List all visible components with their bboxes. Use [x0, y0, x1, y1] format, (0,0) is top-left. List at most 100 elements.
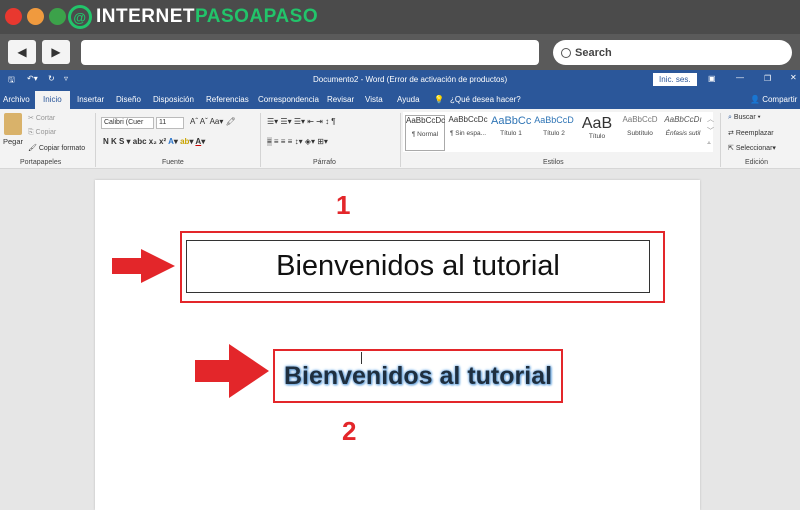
ribbon-display-icon[interactable]: ▣: [708, 74, 716, 83]
style-titulo-2[interactable]: AaBbCcD Título 2: [534, 115, 574, 151]
text-box-1-content: Bienvenidos al tutorial: [276, 250, 560, 282]
style-name: Subtítulo: [627, 130, 653, 137]
style-preview: AaBbCcDı: [664, 115, 702, 124]
restore-icon[interactable]: ❐: [764, 74, 771, 83]
group-label-editing: Edición: [745, 159, 768, 166]
style-titulo[interactable]: AaB Título: [577, 115, 617, 151]
tab-referencias[interactable]: Referencias: [206, 95, 249, 104]
annotation-number-1: 1: [336, 190, 351, 220]
divider: [400, 113, 401, 167]
address-bar[interactable]: [81, 40, 539, 65]
close-icon[interactable]: ✕: [790, 73, 797, 82]
tab-ayuda[interactable]: Ayuda: [397, 95, 420, 104]
style-name: Énfasis sutil: [665, 130, 701, 137]
customize-icon[interactable]: ▿: [64, 74, 68, 83]
divider: [260, 113, 261, 167]
logo-text: INTERNET: [96, 6, 195, 27]
tab-archivo[interactable]: Archivo: [3, 95, 30, 104]
style-name: Título: [588, 133, 606, 140]
share-button[interactable]: 👤 Compartir: [750, 95, 797, 104]
search-icon: ⌕: [728, 114, 732, 121]
close-window-button[interactable]: [5, 8, 22, 25]
style-titulo-1[interactable]: AaBbCc Título 1: [491, 115, 531, 151]
style-name: ¶ Sin espa...: [449, 130, 486, 137]
tell-me-input[interactable]: ¿Qué desea hacer?: [450, 95, 521, 104]
group-label-paragraph: Párrafo: [313, 159, 336, 166]
save-icon[interactable]: 🖫: [8, 74, 15, 88]
red-arrow-2: [195, 360, 231, 382]
font-size-select[interactable]: 11: [156, 117, 184, 129]
redo-icon[interactable]: ↻: [48, 74, 55, 83]
select-button[interactable]: ⇱ Seleccionar▾: [728, 144, 776, 152]
minimize-window-button[interactable]: [27, 8, 44, 25]
replace-button[interactable]: ⇄ Reemplazar: [728, 129, 774, 137]
style-preview: AaBbCcDc: [406, 116, 446, 125]
maximize-window-button[interactable]: [49, 8, 66, 25]
logo-text-accent: PASOAPASO: [195, 6, 319, 27]
paste-button[interactable]: Pegar: [3, 137, 23, 146]
style-enfasis-sutil[interactable]: AaBbCcDı Énfasis sutil: [663, 115, 703, 151]
forward-icon: ▶: [51, 45, 61, 59]
ribbon: Pegar ✂ Cortar ⎘ Copiar 🖌 Copiar formato…: [0, 109, 800, 169]
tab-vista[interactable]: Vista: [365, 95, 383, 104]
tab-diseno[interactable]: Diseño: [116, 95, 141, 104]
styled-text-2[interactable]: Bienvenidos al tutorial: [284, 362, 552, 391]
copy-button[interactable]: ⎘ Copiar: [28, 129, 56, 137]
group-label-styles: Estilos: [543, 159, 564, 166]
tab-revisar[interactable]: Revisar: [327, 95, 354, 104]
back-icon: ◀: [17, 45, 27, 59]
search-placeholder: Search: [575, 46, 612, 59]
site-logo: @ INTERNETPASOAPASO: [68, 5, 318, 29]
document-title: Documento2 - Word (Error de activación d…: [313, 75, 508, 84]
style-sin-espaciado[interactable]: AaBbCcDc ¶ Sin espa...: [448, 115, 488, 151]
style-preview: AaBbCcD: [534, 115, 574, 125]
share-label: Compartir: [762, 95, 798, 104]
find-button[interactable]: ⌕ Buscar ▾: [728, 114, 761, 122]
divider: [720, 113, 721, 167]
style-normal[interactable]: AaBbCcDc ¶ Normal: [405, 115, 445, 151]
document-page[interactable]: [95, 180, 700, 510]
font-size-buttons[interactable]: Aˆ Aˇ Aa▾ 🖍: [190, 117, 236, 126]
list-buttons[interactable]: ☰▾ ☰▾ ☰▾ ⇤ ⇥ ↕ ¶: [267, 117, 336, 126]
styles-scroll-icon[interactable]: ︿ ﹀ ⩡: [707, 114, 714, 150]
minimize-icon[interactable]: —: [736, 73, 744, 82]
style-subtitulo[interactable]: AaBbCcD Subtítulo: [620, 115, 660, 151]
format-painter-label: Copiar formato: [38, 145, 86, 152]
text-box-1[interactable]: Bienvenidos al tutorial: [186, 240, 650, 293]
tab-disposicion[interactable]: Disposición: [153, 95, 194, 104]
font-name-select[interactable]: Calibri (Cuer: [101, 117, 154, 129]
style-name: Título 1: [500, 130, 522, 137]
style-name: Título 2: [543, 130, 565, 137]
annotation-number-2: 2: [342, 416, 357, 446]
divider: [95, 113, 96, 167]
format-painter-button[interactable]: 🖌 Copiar formato: [28, 144, 85, 152]
red-arrow-1-head: [141, 249, 175, 283]
red-arrow-1: [112, 258, 142, 274]
find-label: Buscar: [733, 114, 756, 121]
style-preview: AaBbCcD: [622, 115, 658, 124]
alignment-buttons[interactable]: ≡ ≡ ≡ ≡ ↕▾ ◈▾ ⊞▾: [267, 137, 328, 146]
replace-icon: ⇄: [728, 130, 734, 137]
logo-icon: @: [68, 5, 92, 29]
cut-label: Cortar: [35, 115, 56, 122]
text-cursor: [361, 352, 362, 364]
tab-inicio[interactable]: Inicio: [35, 91, 70, 109]
cursor-icon: ⇱: [728, 145, 734, 152]
font-format-buttons[interactable]: N K S ▾ abc x₂ x² A▾ ab▾ A▾: [103, 137, 205, 146]
copy-label: Copiar: [35, 129, 57, 136]
undo-icon[interactable]: ↶▾: [27, 74, 38, 83]
word-title-bar: 🖫 ↶▾ ↻ ▿ Documento2 - Word (Error de act…: [0, 70, 800, 90]
red-arrow-2-head: [229, 344, 269, 398]
paste-icon[interactable]: [4, 113, 22, 135]
cut-button[interactable]: ✂ Cortar: [28, 114, 55, 122]
lightbulb-icon: 💡: [434, 95, 444, 104]
forward-button[interactable]: ▶: [42, 40, 70, 64]
style-preview: AaB: [581, 115, 613, 132]
search-input[interactable]: Search: [553, 40, 792, 65]
search-icon: [561, 47, 571, 58]
tab-correspondencia[interactable]: Correspondencia: [258, 95, 319, 104]
sign-in-button[interactable]: Inic. ses.: [653, 73, 697, 86]
style-preview: AaBbCcDc: [448, 115, 488, 124]
back-button[interactable]: ◀: [8, 40, 36, 64]
tab-insertar[interactable]: Insertar: [77, 95, 104, 104]
